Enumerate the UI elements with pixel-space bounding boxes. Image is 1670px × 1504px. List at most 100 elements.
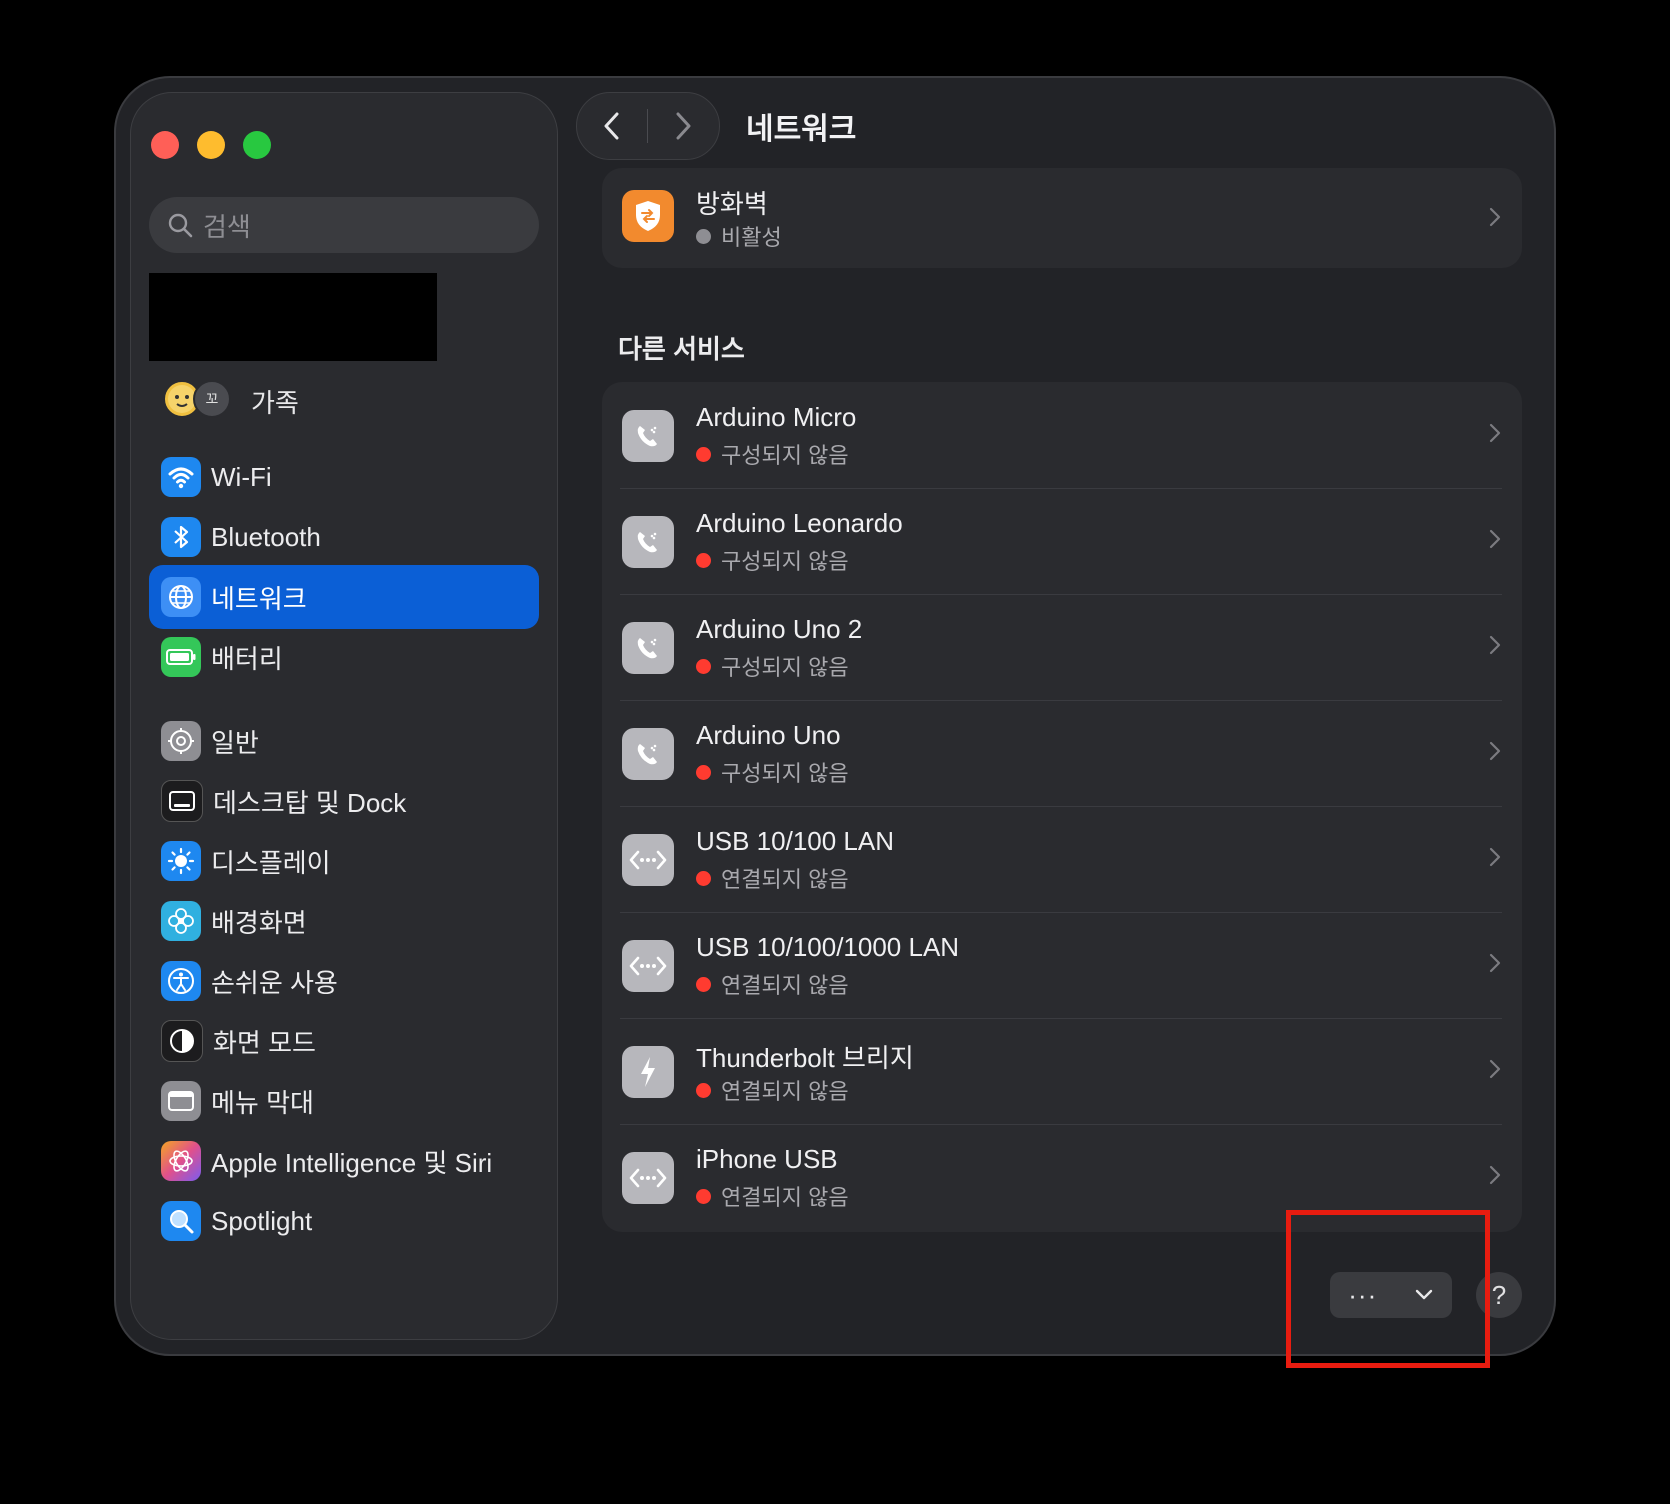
ethernet-icon	[622, 834, 674, 886]
avatar: 꼬	[193, 380, 231, 418]
sidebar-item-wallpaper[interactable]: 배경화면	[149, 889, 539, 953]
status-dot	[696, 870, 711, 886]
service-row[interactable]: Arduino Micro 구성되지 않음	[602, 382, 1522, 488]
sidebar-item-label: 메뉴 막대	[211, 1087, 314, 1118]
modem-icon	[622, 622, 674, 674]
row-status: 연결되지 않음	[696, 862, 849, 894]
chevron-left-icon	[604, 112, 619, 140]
sun-icon	[161, 841, 201, 881]
thunderbolt-icon	[622, 1046, 674, 1098]
row-title: Arduino Uno 2	[696, 614, 863, 644]
modem-icon	[622, 516, 674, 568]
sidebar-item-desktop-dock[interactable]: 데스크탑 및 Dock	[149, 769, 539, 833]
status-dot	[696, 446, 711, 462]
chevron-right-icon	[1489, 953, 1501, 973]
row-status: 구성되지 않음	[696, 438, 849, 470]
sidebar-item-wifi[interactable]: Wi-Fi	[149, 445, 539, 509]
flower-icon	[161, 901, 201, 941]
status-text: 구성되지 않음	[721, 655, 849, 680]
row-title: 방화벽	[696, 189, 768, 219]
row-title: USB 10/100/1000 LAN	[696, 932, 960, 962]
search-placeholder: 검색	[203, 211, 251, 242]
service-row[interactable]: Arduino Uno 구성되지 않음	[602, 700, 1522, 806]
modem-icon	[622, 728, 674, 780]
sidebar-item-label: 디스플레이	[211, 847, 331, 878]
sidebar-item-label: 배터리	[211, 643, 283, 674]
status-text: 연결되지 않음	[721, 867, 849, 892]
close-window-button[interactable]	[151, 131, 179, 159]
sidebar-item-spotlight[interactable]: Spotlight	[149, 1189, 539, 1253]
sidebar-item-label: Apple Intelligence 및 Siri	[211, 1147, 493, 1178]
sidebar-item-display[interactable]: 디스플레이	[149, 829, 539, 893]
redacted-account-area	[149, 273, 437, 361]
row-status: 구성되지 않음	[696, 650, 849, 682]
service-row[interactable]: USB 10/100 LAN 연결되지 않음	[602, 806, 1522, 912]
row-title: USB 10/100 LAN	[696, 826, 895, 856]
status-dot	[696, 1082, 711, 1098]
minimize-window-button[interactable]	[197, 131, 225, 159]
sidebar-item-bluetooth[interactable]: Bluetooth	[149, 505, 539, 569]
sidebar-item-label: Bluetooth	[211, 521, 321, 552]
status-dot	[696, 658, 711, 674]
sidebar-item-label: 배경화면	[211, 907, 307, 938]
ethernet-icon	[622, 1152, 674, 1204]
siri-icon	[161, 1141, 201, 1181]
modem-icon	[622, 410, 674, 462]
row-title: Arduino Micro	[696, 402, 857, 432]
sidebar-item-accessibility[interactable]: 손쉬운 사용	[149, 949, 539, 1013]
sidebar-item-battery[interactable]: 배터리	[149, 625, 539, 689]
settings-window: 검색 꼬 가족 Wi-Fi Bluetooth 네트워크 배터리 일반 데스크탑…	[114, 76, 1556, 1356]
chevron-right-icon	[1489, 207, 1501, 227]
sidebar-item-label: 데스크탑 및 Dock	[213, 787, 407, 818]
chevron-right-icon	[1489, 423, 1501, 443]
sidebar-item-general[interactable]: 일반	[149, 709, 539, 773]
status-text: 구성되지 않음	[721, 443, 849, 468]
forward-button[interactable]	[648, 93, 718, 159]
service-row[interactable]: Arduino Uno 2 구성되지 않음	[602, 594, 1522, 700]
sidebar-item-label: 네트워크	[211, 583, 307, 614]
status-dot	[696, 976, 711, 992]
row-title: Arduino Uno	[696, 720, 841, 750]
ethernet-icon	[622, 940, 674, 992]
sidebar-item-network[interactable]: 네트워크	[149, 565, 539, 629]
sidebar-item-label: Wi-Fi	[211, 461, 272, 492]
firewall-shield-icon	[622, 190, 674, 242]
wifi-icon	[161, 457, 201, 497]
chevron-right-icon	[1489, 635, 1501, 655]
sidebar-item-menubar[interactable]: 메뉴 막대	[149, 1069, 539, 1133]
status-dot	[696, 764, 711, 780]
firewall-card: 방화벽 비활성	[602, 168, 1522, 268]
firewall-row[interactable]: 방화벽 비활성	[602, 168, 1522, 268]
row-title: iPhone USB	[696, 1144, 838, 1174]
row-status: 구성되지 않음	[696, 756, 849, 788]
service-row[interactable]: USB 10/100/1000 LAN 연결되지 않음	[602, 912, 1522, 1018]
family-label: 가족	[251, 388, 299, 418]
menubar-icon	[161, 1081, 201, 1121]
service-row[interactable]: Thunderbolt 브리지 연결되지 않음	[602, 1018, 1522, 1124]
section-heading: 다른 서비스	[618, 334, 745, 364]
sidebar: 검색 꼬 가족 Wi-Fi Bluetooth 네트워크 배터리 일반 데스크탑…	[130, 92, 558, 1340]
magnifier-icon	[161, 1201, 201, 1241]
sidebar-item-appearance[interactable]: 화면 모드	[149, 1009, 539, 1073]
page-title: 네트워크	[746, 113, 857, 146]
zoom-window-button[interactable]	[243, 131, 271, 159]
row-status: 연결되지 않음	[696, 1180, 849, 1212]
status-text: 연결되지 않음	[721, 973, 849, 998]
back-button[interactable]	[577, 93, 647, 159]
help-icon: ?	[1491, 1279, 1507, 1310]
appearance-icon	[161, 1020, 203, 1062]
search-field[interactable]: 검색	[149, 197, 539, 253]
sidebar-item-siri[interactable]: Apple Intelligence 및 Siri	[149, 1129, 539, 1193]
sidebar-item-label: 화면 모드	[213, 1027, 316, 1058]
globe-icon	[161, 577, 201, 617]
sidebar-item-label: 손쉬운 사용	[211, 967, 338, 998]
status-dot	[696, 228, 711, 244]
row-status: 연결되지 않음	[696, 968, 849, 1000]
service-row[interactable]: Arduino Leonardo 구성되지 않음	[602, 488, 1522, 594]
accessibility-icon	[161, 961, 201, 1001]
gear-icon	[161, 721, 201, 761]
row-title: Arduino Leonardo	[696, 508, 903, 538]
sidebar-item-label: Spotlight	[211, 1205, 313, 1236]
battery-icon	[161, 637, 201, 677]
other-services-card: Arduino Micro 구성되지 않음 Arduino Leonardo 구…	[602, 382, 1522, 1232]
